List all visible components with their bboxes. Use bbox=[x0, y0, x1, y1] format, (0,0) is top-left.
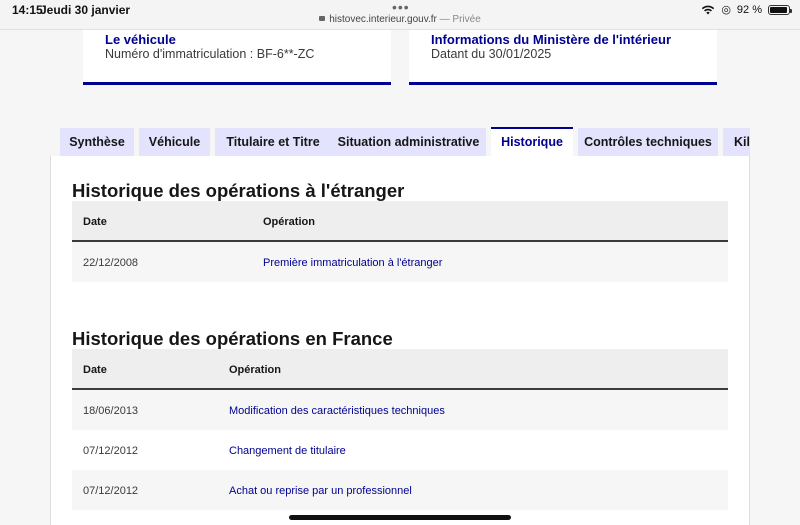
row-operation-link[interactable]: Changement de titulaire bbox=[229, 445, 346, 457]
tab-vehicule[interactable]: Véhicule bbox=[139, 128, 210, 157]
france-history-title: Historique des opérations en France bbox=[72, 328, 393, 349]
battery-icon bbox=[768, 4, 792, 15]
table-row: 18/06/2013 Modification des caractéristi… bbox=[72, 390, 728, 430]
ios-status-bar: 14:15 Jeudi 30 janvier ••• histovec.inte… bbox=[0, 0, 800, 30]
col-operation-header: Opération bbox=[229, 364, 281, 376]
foreign-history-title: Historique des opérations à l'étranger bbox=[72, 180, 405, 201]
private-label: — Privée bbox=[436, 14, 481, 25]
col-operation-header: Opération bbox=[263, 216, 315, 228]
address-bar[interactable]: histovec.interieur.gouv.fr — Privée bbox=[0, 14, 800, 25]
table-header: Date Opération bbox=[72, 349, 728, 390]
foreign-history-table: Date Opération 22/12/2008 Première immat… bbox=[72, 201, 728, 282]
tab-situation-administrative[interactable]: Situation administrative bbox=[331, 128, 486, 157]
tab-synthese[interactable]: Synthèse bbox=[60, 128, 134, 157]
lock-icon bbox=[319, 16, 326, 21]
more-dots-icon[interactable]: ••• bbox=[392, 0, 410, 14]
col-date-header: Date bbox=[83, 364, 107, 376]
url-text: histovec.interieur.gouv.fr bbox=[329, 14, 437, 25]
table-row: 07/12/2012 Achat ou reprise par un profe… bbox=[72, 470, 728, 510]
ministry-info-title: Informations du Ministère de l'intérieur bbox=[431, 32, 672, 47]
tab-bar: Synthèse Véhicule Titulaire et Titre Sit… bbox=[60, 127, 750, 157]
orientation-lock-icon: ◎ bbox=[721, 4, 731, 16]
france-history-table: Date Opération 18/06/2013 Modification d… bbox=[72, 349, 728, 525]
table-row: 07/12/2012 Changement de titulaire bbox=[72, 430, 728, 470]
tab-titulaire-titre[interactable]: Titulaire et Titre bbox=[215, 128, 331, 157]
row-operation-link[interactable]: Première immatriculation à l'étranger bbox=[263, 257, 442, 269]
battery-percent: 92 % bbox=[736, 3, 762, 16]
tab-historique[interactable]: Historique bbox=[491, 127, 573, 157]
tab-controles-techniques[interactable]: Contrôles techniques bbox=[578, 128, 718, 157]
ministry-info-date: Datant du 30/01/2025 bbox=[431, 47, 552, 61]
row-date: 07/12/2012 bbox=[83, 445, 139, 457]
col-date-header: Date bbox=[83, 216, 107, 228]
row-date: 22/12/2008 bbox=[83, 257, 139, 269]
table-row: 22/12/2008 Première immatriculation à l'… bbox=[72, 242, 728, 282]
tab-kilometrage[interactable]: Kilo bbox=[723, 128, 750, 157]
battery-fill bbox=[770, 6, 787, 13]
row-operation-link[interactable]: Modification des caractéristiques techni… bbox=[229, 405, 445, 417]
home-indicator[interactable] bbox=[289, 515, 511, 520]
registration-number: Numéro d'immatriculation : BF-6**-ZC bbox=[105, 47, 315, 61]
status-right: ◎ 92 % bbox=[701, 3, 792, 16]
table-header: Date Opération bbox=[72, 201, 728, 242]
row-operation-link[interactable]: Achat ou reprise par un professionnel bbox=[229, 485, 412, 497]
vehicle-card-title: Le véhicule bbox=[105, 32, 176, 47]
row-date: 07/12/2012 bbox=[83, 485, 139, 497]
wifi-icon bbox=[701, 5, 715, 15]
row-date: 18/06/2013 bbox=[83, 405, 139, 417]
